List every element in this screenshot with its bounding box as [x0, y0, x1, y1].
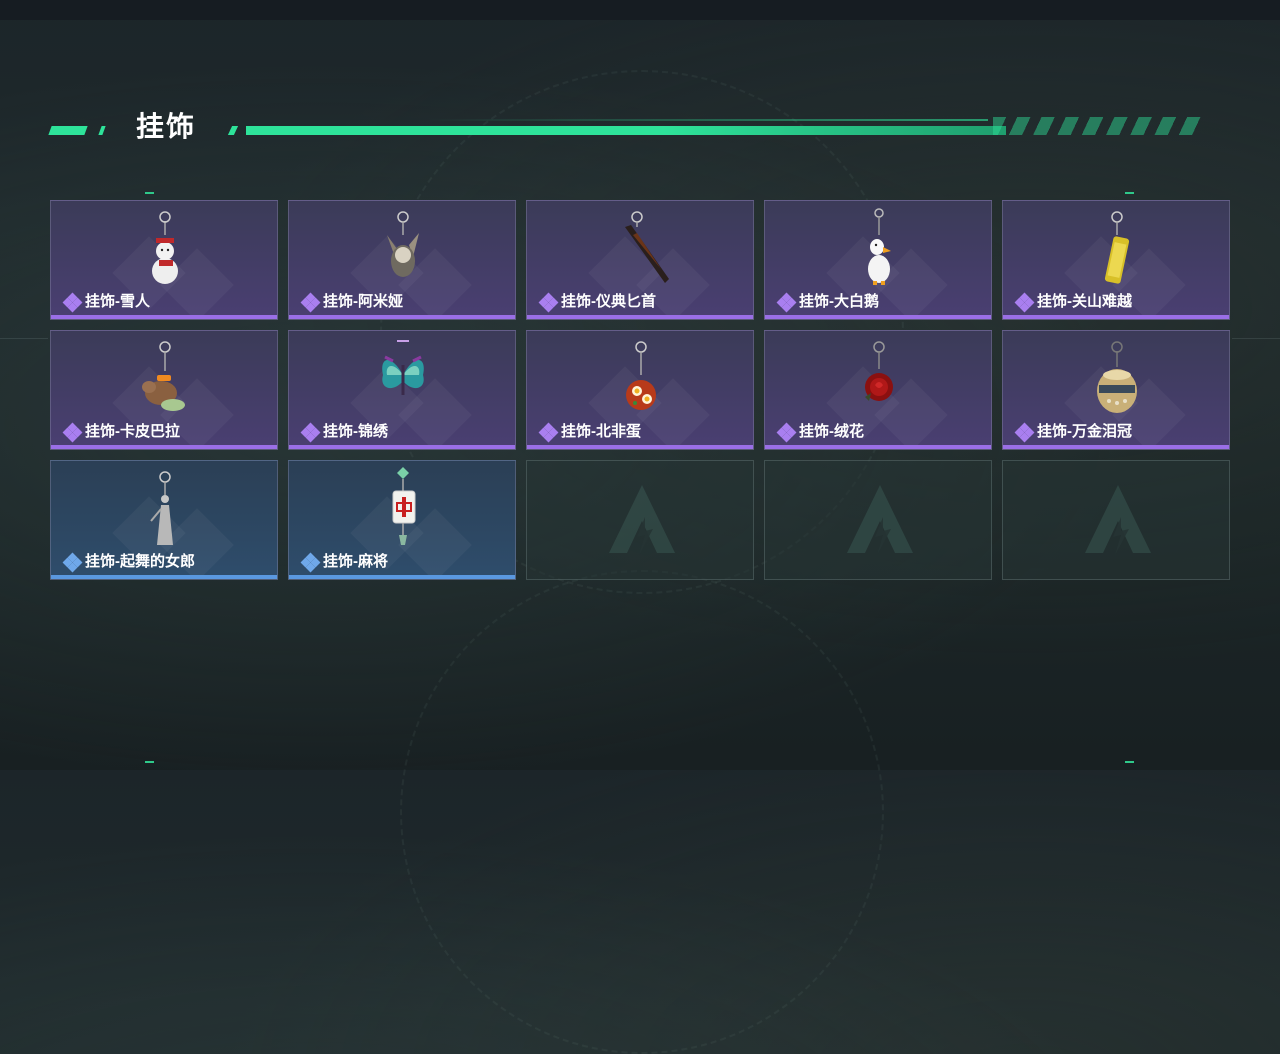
rarity-stripe [289, 315, 515, 319]
rarity-stripe [1003, 315, 1229, 319]
empty-slot [526, 460, 754, 580]
charm-name: 挂饰-雪人 [85, 293, 150, 310]
header-accent-bar [48, 126, 88, 135]
rarity-diamond-icon [300, 422, 322, 443]
rarity-diamond-icon [538, 292, 560, 313]
charm-grid: 挂饰-雪人 挂饰-阿米娅 挂饰-仪典匕首 挂饰-大白鹅 挂饰-关山难越 挂饰-卡皮巴拉 挂饰… [50, 200, 1230, 580]
scroll-charm-icon [1104, 211, 1130, 284]
rose-charm-icon [865, 341, 893, 401]
charm-card[interactable]: 挂饰-万金泪冠 [1002, 330, 1230, 450]
charm-name: 挂饰-锦绣 [323, 423, 388, 440]
section-header: 挂饰 [48, 108, 1208, 150]
charm-name: 挂饰-大白鹅 [799, 293, 879, 310]
header-thin-line [428, 119, 988, 121]
rarity-diamond-icon [62, 292, 84, 313]
header-accent-bar [227, 126, 239, 135]
rarity-stripe [765, 315, 991, 319]
charm-card[interactable]: 挂饰-雪人 [50, 200, 278, 320]
empty-slot [1002, 460, 1230, 580]
corner-mark [1125, 761, 1134, 763]
header-accent-line [246, 126, 1006, 135]
charm-card[interactable]: 挂饰-关山难越 [1002, 200, 1230, 320]
charm-name: 挂饰-仪典匕首 [561, 293, 656, 310]
rarity-stripe [289, 445, 515, 449]
charm-name: 挂饰-关山难越 [1037, 293, 1132, 310]
charm-name: 挂饰-起舞的女郎 [85, 553, 195, 570]
charm-card[interactable]: 挂饰-仪典匕首 [526, 200, 754, 320]
corner-mark [145, 761, 154, 763]
rarity-stripe [289, 575, 515, 579]
empty-slot-logo-icon [609, 485, 675, 555]
empty-slot-logo-icon [1085, 485, 1151, 555]
charm-card[interactable]: 挂饰-大白鹅 [764, 200, 992, 320]
empty-slot-logo-icon [847, 485, 913, 555]
crown-charm-icon [1097, 341, 1137, 413]
rarity-diamond-icon [1014, 422, 1036, 443]
charm-name: 挂饰-万金泪冠 [1037, 423, 1132, 440]
amiya-charm-icon [387, 211, 419, 277]
rarity-stripe [51, 315, 277, 319]
charm-card[interactable]: 挂饰-起舞的女郎 [50, 460, 278, 580]
top-bar [0, 0, 1280, 20]
rarity-diamond-icon [776, 292, 798, 313]
rarity-stripe [51, 445, 277, 449]
rarity-stripe [527, 315, 753, 319]
rarity-stripe [1003, 445, 1229, 449]
rarity-diamond-icon [62, 552, 84, 573]
rarity-diamond-icon [62, 422, 84, 443]
charm-card[interactable]: 挂饰-卡皮巴拉 [50, 330, 278, 450]
rarity-stripe [765, 445, 991, 449]
rarity-stripe [51, 575, 277, 579]
charm-card[interactable]: 挂饰-绒花 [764, 330, 992, 450]
corner-mark [145, 192, 154, 194]
empty-slot [764, 460, 992, 580]
shakshuka-charm-icon [626, 341, 656, 410]
header-accent-bar [98, 126, 106, 135]
rarity-diamond-icon [538, 422, 560, 443]
corner-mark [1125, 192, 1134, 194]
charm-name: 挂饰-麻将 [323, 553, 388, 570]
charm-name: 挂饰-阿米娅 [323, 293, 403, 310]
butterfly-charm-icon [382, 340, 424, 395]
snowman-charm-icon [152, 211, 178, 284]
side-divider-left [0, 338, 48, 339]
charm-name: 挂饰-北非蛋 [561, 423, 641, 440]
dancer-charm-icon [150, 471, 173, 545]
rarity-diamond-icon [300, 552, 322, 573]
charm-name: 挂饰-卡皮巴拉 [85, 423, 180, 440]
charm-card[interactable]: 挂饰-北非蛋 [526, 330, 754, 450]
mahjong-charm-icon [392, 467, 416, 545]
side-divider-right [1232, 338, 1280, 339]
rarity-diamond-icon [1014, 292, 1036, 313]
rarity-stripe [527, 445, 753, 449]
section-title: 挂饰 [136, 111, 197, 142]
goose-charm-icon [868, 208, 891, 285]
charm-name: 挂饰-绒花 [799, 423, 864, 440]
capybara-charm-icon [142, 341, 185, 411]
charm-card[interactable]: 挂饰-阿米娅 [288, 200, 516, 320]
charm-card[interactable]: 挂饰-锦绣 [288, 330, 516, 450]
dagger-charm-icon [625, 211, 669, 283]
charm-card[interactable]: 挂饰-麻将 [288, 460, 516, 580]
rarity-diamond-icon [776, 422, 798, 443]
rarity-diamond-icon [300, 292, 322, 313]
background-arc [400, 570, 884, 1054]
header-checker-pattern [993, 117, 1203, 135]
